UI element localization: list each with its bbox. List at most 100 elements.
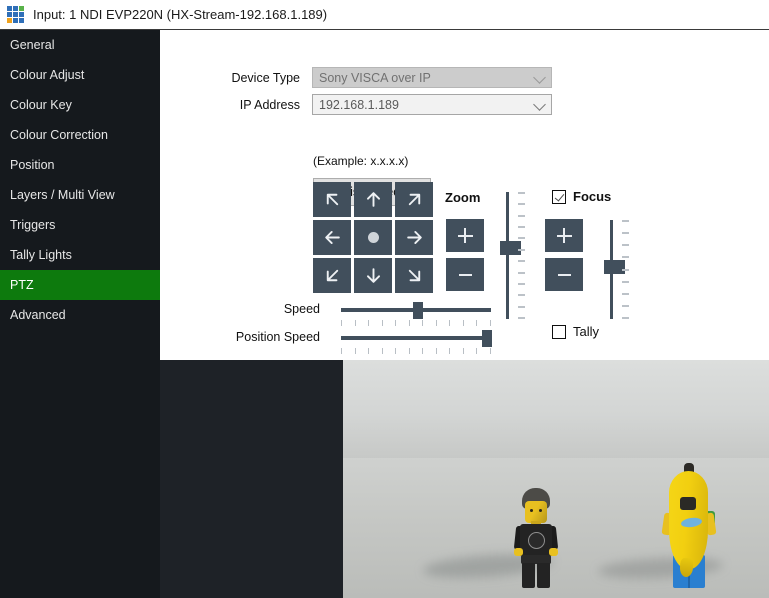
position-speed-slider-ticks xyxy=(341,348,491,354)
arrow-left-icon xyxy=(324,231,340,244)
figure-face-shading xyxy=(525,501,547,523)
plus-icon xyxy=(563,228,565,243)
pan-down-button[interactable] xyxy=(354,258,392,293)
minus-icon xyxy=(557,273,571,276)
focus-section-title: Focus xyxy=(573,189,612,204)
focus-checkbox-row[interactable]: Focus xyxy=(552,189,611,204)
figure-leg xyxy=(522,563,535,588)
icon-cell xyxy=(13,18,18,23)
sidebar-item-label: Layers / Multi View xyxy=(10,188,115,202)
arrow-right-icon xyxy=(406,231,422,244)
sidebar-item-label: Colour Correction xyxy=(10,128,108,142)
icon-cell xyxy=(7,18,12,23)
icon-cell xyxy=(19,18,24,23)
icon-cell xyxy=(19,6,24,11)
zoom-in-button[interactable] xyxy=(446,219,484,252)
ptz-settings-panel: Device Type Sony VISCA over IP IP Addres… xyxy=(160,30,769,360)
app-grid-icon xyxy=(7,6,24,23)
figure-eye xyxy=(530,509,533,512)
position-speed-slider[interactable] xyxy=(341,330,492,356)
focus-near-button[interactable] xyxy=(545,219,583,252)
focus-slider-ticks xyxy=(622,220,629,319)
sidebar-item-layers-multi-view[interactable]: Layers / Multi View xyxy=(0,180,160,210)
ip-address-input[interactable]: 192.168.1.189 xyxy=(312,94,552,115)
sidebar-item-label: Colour Key xyxy=(10,98,72,112)
figure-eye xyxy=(539,509,542,512)
sidebar-item-label: Tally Lights xyxy=(10,248,72,262)
device-type-label: Device Type xyxy=(231,70,300,85)
sidebar-item-colour-key[interactable]: Colour Key xyxy=(0,90,160,120)
speed-slider-thumb[interactable] xyxy=(413,302,423,319)
sidebar-item-advanced[interactable]: Advanced xyxy=(0,300,160,330)
arrow-up-left-icon xyxy=(326,193,338,206)
plus-icon xyxy=(464,228,466,243)
speed-slider[interactable] xyxy=(341,302,491,328)
tally-checkbox-row[interactable]: Tally xyxy=(552,324,599,339)
arrow-down-left-icon xyxy=(326,269,338,282)
ndi-video-preview[interactable] xyxy=(343,360,769,598)
pan-down-right-button[interactable] xyxy=(395,258,433,293)
icon-cell xyxy=(13,12,18,17)
speed-slider-ticks xyxy=(341,320,491,326)
zoom-slider[interactable] xyxy=(500,192,526,319)
icon-cell xyxy=(13,6,18,11)
icon-cell xyxy=(7,12,12,17)
position-speed-slider-thumb[interactable] xyxy=(482,330,492,347)
ip-example-note: (Example: x.x.x.x) xyxy=(313,154,409,168)
zoom-slider-ticks xyxy=(518,192,525,319)
focus-checkbox[interactable] xyxy=(552,189,566,204)
preview-backdrop-wall xyxy=(343,360,769,460)
banana-face xyxy=(680,497,696,510)
arrow-down-right-icon xyxy=(408,269,420,282)
arrow-down-icon xyxy=(366,268,380,283)
focus-far-button[interactable] xyxy=(545,258,583,291)
sidebar-item-label: Advanced xyxy=(10,308,66,322)
position-speed-label: Position Speed xyxy=(235,330,320,344)
device-type-select[interactable]: Sony VISCA over IP xyxy=(312,67,552,88)
sidebar-item-tally-lights[interactable]: Tally Lights xyxy=(0,240,160,270)
dot-icon xyxy=(367,232,379,243)
lego-minifigure-black xyxy=(511,488,561,588)
sidebar-item-label: Triggers xyxy=(10,218,56,232)
zoom-out-button[interactable] xyxy=(446,258,484,291)
sidebar-item-triggers[interactable]: Triggers xyxy=(0,210,160,240)
sidebar-item-label: Colour Adjust xyxy=(10,68,85,82)
icon-cell xyxy=(7,6,12,11)
pan-up-right-button[interactable] xyxy=(395,182,433,217)
settings-sidebar: General Colour Adjust Colour Key Colour … xyxy=(0,30,160,598)
lego-minifigure-banana xyxy=(661,463,717,588)
pan-right-button[interactable] xyxy=(395,220,433,255)
position-speed-label-row: Position Speed xyxy=(160,330,320,344)
focus-slider[interactable] xyxy=(604,220,630,319)
chevron-down-icon xyxy=(533,70,546,84)
sidebar-item-general[interactable]: General xyxy=(0,30,160,60)
figure-shirt-logo xyxy=(528,532,545,549)
pan-down-left-button[interactable] xyxy=(313,258,351,293)
pan-home-button[interactable] xyxy=(354,220,392,255)
window-title-bar: Input: 1 NDI EVP220N (HX-Stream-192.168.… xyxy=(0,0,769,30)
pan-up-left-button[interactable] xyxy=(313,182,351,217)
chevron-down-icon xyxy=(533,97,546,111)
pan-up-button[interactable] xyxy=(354,182,392,217)
ip-address-label: IP Address xyxy=(239,97,300,112)
preview-area xyxy=(160,360,769,598)
sidebar-item-colour-adjust[interactable]: Colour Adjust xyxy=(0,60,160,90)
ptz-direction-pad xyxy=(313,182,433,293)
ip-address-row: IP Address 192.168.1.189 xyxy=(160,94,554,115)
tally-checkbox[interactable] xyxy=(552,324,566,339)
sidebar-item-label: PTZ xyxy=(10,278,34,292)
zoom-section-title: Zoom xyxy=(445,190,481,205)
device-type-value: Sony VISCA over IP xyxy=(319,70,431,85)
speed-label: Speed xyxy=(283,302,320,316)
pan-left-button[interactable] xyxy=(313,220,351,255)
icon-cell xyxy=(19,12,24,17)
sidebar-item-label: Position xyxy=(10,158,55,172)
sidebar-item-position[interactable]: Position xyxy=(0,150,160,180)
sidebar-item-label: General xyxy=(10,38,55,52)
arrow-up-right-icon xyxy=(408,193,420,206)
window-title: Input: 1 NDI EVP220N (HX-Stream-192.168.… xyxy=(33,7,328,22)
sidebar-item-colour-correction[interactable]: Colour Correction xyxy=(0,120,160,150)
figure-leg xyxy=(537,563,550,588)
zoom-slider-track xyxy=(506,192,509,319)
sidebar-item-ptz[interactable]: PTZ xyxy=(0,270,160,300)
